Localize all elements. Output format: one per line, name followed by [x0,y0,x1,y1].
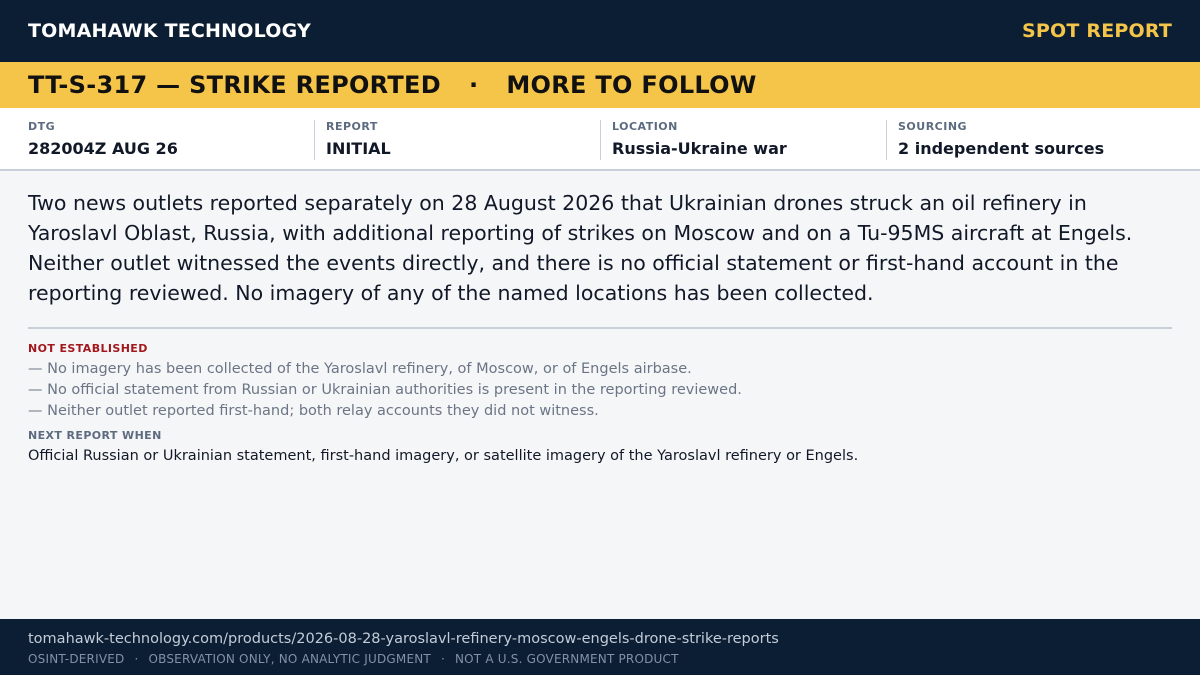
list-item: — No official statement from Russian or … [28,382,742,398]
disclaimer-item: OSINT-DERIVED [28,652,125,666]
disclaimer-separator: · [134,652,139,666]
meta-report: REPORT INITIAL [314,120,600,160]
source-url: tomahawk-technology.com/products/2026-08… [28,631,779,647]
meta-value: Russia-Ukraine war [612,139,787,158]
list-item: — Neither outlet reported first-hand; bo… [28,403,599,419]
top-header: TOMAHAWK TECHNOLOGY SPOT REPORT [0,0,1200,62]
meta-value: 282004Z AUG 26 [28,139,178,158]
headline-banner: TT-S-317 — STRIKE REPORTED · MORE TO FOL… [0,62,1200,108]
report-type: SPOT REPORT [1022,20,1172,42]
metadata-bar: DTG 282004Z AUG 26 REPORT INITIAL LOCATI… [0,108,1200,171]
meta-label: DTG [28,120,56,133]
disclaimer-item: NOT A U.S. GOVERNMENT PRODUCT [454,652,679,666]
headline: TT-S-317 — STRIKE REPORTED [28,71,441,99]
disclaimer-item: OBSERVATION ONLY, NO ANALYTIC JUDGMENT [148,652,431,666]
brand-name: TOMAHAWK TECHNOLOGY [28,20,311,42]
disclaimer-separator: · [440,652,445,666]
meta-sourcing: SOURCING 2 independent sources [886,120,1172,160]
meta-location: LOCATION Russia-Ukraine war [600,120,886,160]
list-item: — No imagery has been collected of the Y… [28,361,692,377]
next-report-text: Official Russian or Ukrainian statement,… [28,448,859,464]
disclaimer-line: OSINT-DERIVED · OBSERVATION ONLY, NO ANALY… [28,651,1172,667]
footer: tomahawk-technology.com/products/2026-08… [0,619,1200,675]
meta-value: INITIAL [326,139,391,158]
meta-label: REPORT [326,120,378,133]
section-divider [28,327,1172,329]
meta-label: LOCATION [612,120,678,133]
meta-value: 2 independent sources [898,139,1105,158]
status-text: MORE TO FOLLOW [506,71,757,99]
not-established-list: — No imagery has been collected of the Y… [28,359,1168,422]
next-report-label: NEXT REPORT WHEN [28,429,162,442]
meta-label: SOURCING [898,120,968,133]
summary-paragraph: Two news outlets reported separately on … [28,191,1133,305]
not-established-label: NOT ESTABLISHED [28,342,148,355]
meta-dtg: DTG 282004Z AUG 26 [28,120,314,160]
banner-separator: · [468,71,479,99]
